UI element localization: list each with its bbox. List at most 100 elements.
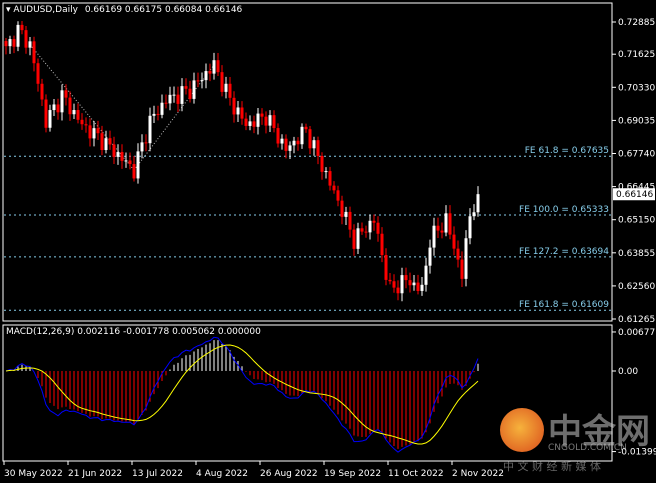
price-tick-label: 0.63855 [618,249,655,259]
bear-candle [64,90,68,98]
bear-candle [376,222,380,234]
bear-candle [252,121,256,127]
bull-candle [16,24,20,47]
symbol-header[interactable]: ▾ AUDUSD,Daily 0.66169 0.66175 0.66084 0… [6,5,242,15]
bull-candle [268,115,272,126]
bear-candle [20,24,24,31]
watermark-slogan: 中 文 财 经 新 媒 体 [503,460,601,473]
ohlc-values: 0.66169 0.66175 0.66084 0.66146 [84,5,243,15]
bear-candle [88,125,92,139]
bull-candle [476,194,480,213]
bear-candle [216,60,220,73]
bull-candle [468,216,472,239]
bull-candle [472,212,476,217]
bear-candle [40,83,44,100]
bear-candle [228,83,232,98]
bear-candle [164,102,168,104]
bear-candle [460,259,464,279]
bull-candle [432,225,436,248]
fib-label: FE 161.8 = 0.61609 [519,300,609,310]
bear-candle [100,133,104,151]
bear-candle [112,144,116,157]
bear-candle [176,94,180,104]
bear-candle [284,138,288,151]
bear-candle [208,71,212,74]
price-tick-label: 0.67740 [618,150,655,160]
bull-candle [424,265,428,285]
price-tick-label: 0.62560 [618,282,655,292]
bear-candle [316,140,320,157]
bear-candle [232,97,236,115]
bear-candle [244,118,248,126]
bull-candle [248,121,252,126]
bear-candle [24,30,28,48]
bear-candle [188,88,192,99]
bull-candle [104,138,108,151]
bear-candle [408,280,412,286]
price-tick-label: 0.69035 [618,116,655,126]
bull-candle [224,83,228,92]
price-tick-label: 0.61265 [618,315,655,325]
bull-candle [60,90,64,113]
bull-candle [8,39,12,47]
bull-candle [140,142,144,152]
fib-label: FE 61.8 = 0.67635 [525,146,609,156]
bear-candle [304,126,308,130]
bear-candle [272,115,276,129]
bear-candle [260,113,264,117]
date-label: 13 Jul 2022 [132,469,183,479]
price-tick-label: 0.71625 [618,50,655,60]
bear-candle [68,97,72,115]
bull-candle [292,140,296,146]
bear-candle [380,233,384,256]
date-label: 19 Sep 2022 [324,469,381,479]
bear-candle [144,142,148,144]
bull-candle [48,110,52,128]
bear-candle [384,255,388,280]
bear-candle [340,200,344,217]
fib-label: FE 127.2 = 0.63694 [519,247,609,257]
macd-tick-label: 0.00 [618,367,638,377]
bear-candle [328,171,332,186]
dropdown-triangle-icon[interactable]: ▾ [6,5,11,15]
bull-candle [368,220,372,233]
bear-candle [276,128,280,144]
bear-candle [320,156,324,172]
bull-candle [312,140,316,149]
bear-candle [80,119,84,125]
bull-candle [148,115,152,144]
bear-candle [308,129,312,149]
bear-candle [296,140,300,145]
bull-candle [428,247,432,266]
bull-candle [204,71,208,81]
bear-candle [156,113,160,115]
bear-candle [332,185,336,191]
watermark-domain: CNGOLD.COM.CN [548,443,627,453]
bear-candle [348,211,352,230]
bull-candle [400,275,404,294]
bull-candle [52,104,56,111]
bull-candle [136,151,140,179]
bear-candle [108,138,112,145]
bear-candle [12,39,16,47]
bear-candle [360,228,364,232]
bull-candle [124,160,128,162]
macd-line [5,336,479,453]
bear-candle [388,279,392,282]
bear-candle [4,41,8,47]
macd-tick-label: 0.006777 [618,328,656,338]
bear-candle [84,124,88,126]
bull-candle [72,110,76,115]
bear-candle [132,164,136,179]
bull-candle [464,238,468,279]
bull-candle [152,113,156,116]
bear-candle [364,231,368,233]
bull-candle [28,41,32,48]
macd-label: MACD(12,26,9) 0.002116 -0.001778 0.00506… [6,327,261,337]
bull-candle [200,80,204,82]
bear-candle [32,41,36,64]
bear-candle [264,116,268,126]
bull-candle [344,211,348,217]
bull-candle [116,152,120,157]
bull-candle [300,126,304,145]
